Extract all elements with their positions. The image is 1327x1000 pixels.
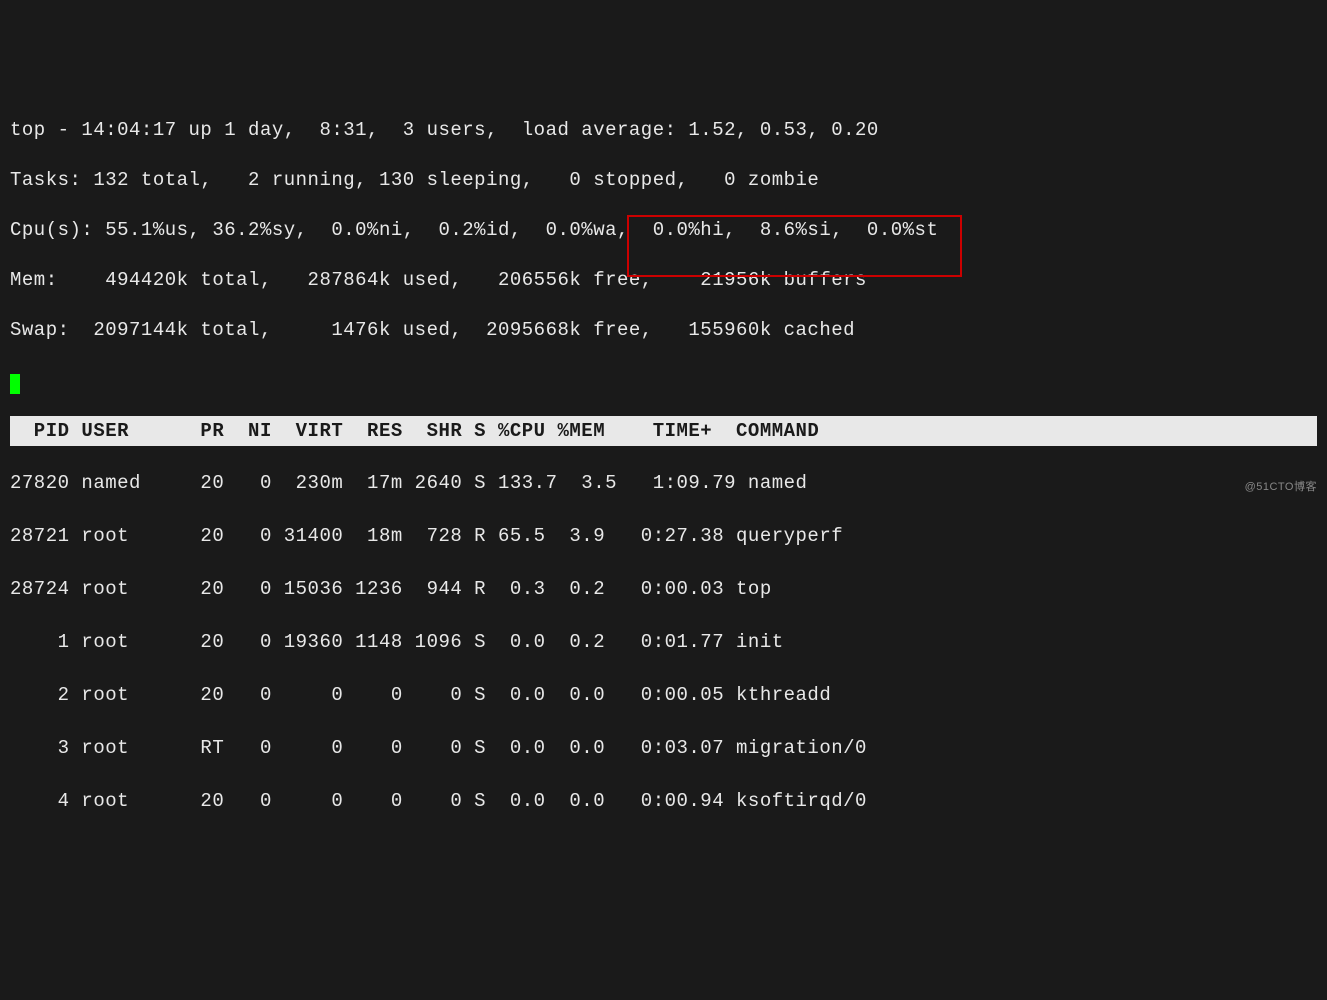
table-row[interactable]: 1 root 20 0 19360 1148 1096 S 0.0 0.2 0:… — [10, 627, 1317, 658]
table-row[interactable]: 3 root RT 0 0 0 0 S 0.0 0.0 0:03.07 migr… — [10, 733, 1317, 764]
table-row[interactable]: 28721 root 20 0 31400 18m 728 R 65.5 3.9… — [10, 521, 1317, 552]
watermark-text: @51CTO博客 — [1245, 478, 1317, 494]
process-table-header[interactable]: PID USER PR NI VIRT RES SHR S %CPU %MEM … — [10, 416, 1317, 446]
top-summary-line-3: Cpu(s): 55.1%us, 36.2%sy, 0.0%ni, 0.2%id… — [10, 216, 1317, 244]
cursor-icon — [10, 374, 20, 394]
table-row[interactable]: 4 root 20 0 0 0 0 S 0.0 0.0 0:00.94 ksof… — [10, 786, 1317, 817]
cursor-line — [10, 366, 1317, 394]
table-row[interactable]: 2 root 20 0 0 0 0 S 0.0 0.0 0:00.05 kthr… — [10, 680, 1317, 711]
top-summary-line-5: Swap: 2097144k total, 1476k used, 209566… — [10, 316, 1317, 344]
top-summary-line-4: Mem: 494420k total, 287864k used, 206556… — [10, 266, 1317, 294]
terminal-output: top - 14:04:17 up 1 day, 8:31, 3 users, … — [0, 88, 1327, 845]
table-row[interactable]: 27820 named 20 0 230m 17m 2640 S 133.7 3… — [10, 468, 1317, 499]
top-summary-line-2: Tasks: 132 total, 2 running, 130 sleepin… — [10, 166, 1317, 194]
table-row[interactable]: 28724 root 20 0 15036 1236 944 R 0.3 0.2… — [10, 574, 1317, 605]
top-summary-line-1: top - 14:04:17 up 1 day, 8:31, 3 users, … — [10, 116, 1317, 144]
